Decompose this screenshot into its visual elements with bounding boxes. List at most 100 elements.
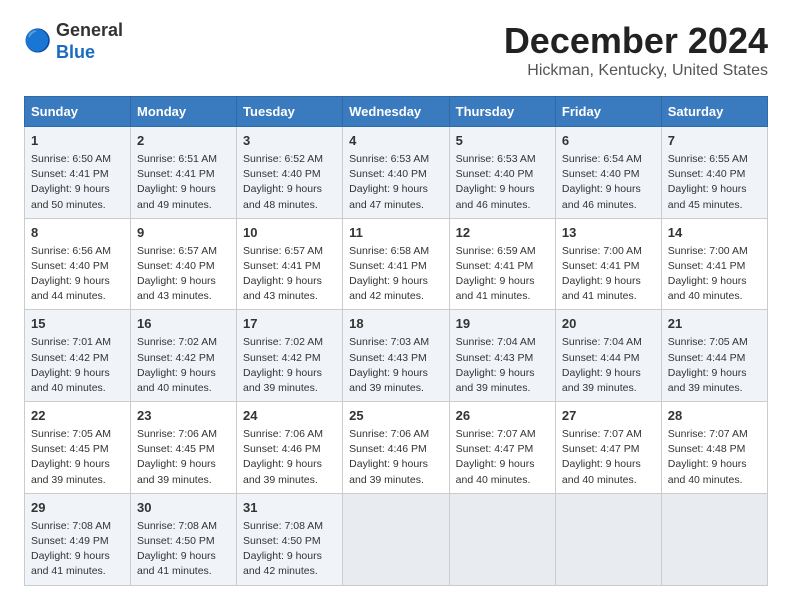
calendar-cell: 9Sunrise: 6:57 AMSunset: 4:40 PMDaylight…: [131, 218, 237, 310]
day-number: 18: [349, 315, 443, 334]
day-info-line: Sunrise: 7:00 AM: [562, 244, 655, 259]
day-number: 8: [31, 224, 124, 243]
day-info-line: and 42 minutes.: [243, 564, 336, 579]
day-info-line: Sunset: 4:41 PM: [349, 259, 443, 274]
calendar-cell: 2Sunrise: 6:51 AMSunset: 4:41 PMDaylight…: [131, 127, 237, 219]
day-info-line: Sunrise: 7:04 AM: [562, 335, 655, 350]
day-info-line: and 41 minutes.: [31, 564, 124, 579]
calendar-cell: 18Sunrise: 7:03 AMSunset: 4:43 PMDayligh…: [343, 310, 450, 402]
day-info-line: Daylight: 9 hours: [243, 366, 336, 381]
calendar-cell: 23Sunrise: 7:06 AMSunset: 4:45 PMDayligh…: [131, 402, 237, 494]
day-info-line: Sunrise: 7:06 AM: [243, 427, 336, 442]
day-info-line: and 39 minutes.: [31, 473, 124, 488]
day-number: 1: [31, 132, 124, 151]
calendar-title: December 2024: [504, 20, 768, 62]
calendar-cell: 8Sunrise: 6:56 AMSunset: 4:40 PMDaylight…: [25, 218, 131, 310]
day-number: 15: [31, 315, 124, 334]
day-info-line: and 41 minutes.: [456, 289, 549, 304]
day-info-line: and 40 minutes.: [668, 289, 761, 304]
calendar-cell: 4Sunrise: 6:53 AMSunset: 4:40 PMDaylight…: [343, 127, 450, 219]
day-info-line: and 50 minutes.: [31, 198, 124, 213]
logo-general-text: General: [56, 20, 123, 40]
day-number: 31: [243, 499, 336, 518]
day-info-line: Sunrise: 7:06 AM: [137, 427, 230, 442]
day-info-line: Daylight: 9 hours: [562, 366, 655, 381]
day-info-line: and 39 minutes.: [349, 473, 443, 488]
day-number: 27: [562, 407, 655, 426]
day-info-line: Daylight: 9 hours: [456, 182, 549, 197]
day-info-line: Sunrise: 7:07 AM: [668, 427, 761, 442]
day-info-line: Sunset: 4:41 PM: [137, 167, 230, 182]
day-info-line: Sunrise: 6:55 AM: [668, 152, 761, 167]
day-info-line: Sunrise: 6:54 AM: [562, 152, 655, 167]
day-info-line: Sunrise: 6:53 AM: [456, 152, 549, 167]
calendar-cell: 6Sunrise: 6:54 AMSunset: 4:40 PMDaylight…: [555, 127, 661, 219]
calendar-cell: 3Sunrise: 6:52 AMSunset: 4:40 PMDaylight…: [237, 127, 343, 219]
day-info-line: Daylight: 9 hours: [31, 182, 124, 197]
day-info-line: Sunset: 4:49 PM: [31, 534, 124, 549]
day-number: 12: [456, 224, 549, 243]
day-info-line: and 46 minutes.: [562, 198, 655, 213]
day-number: 26: [456, 407, 549, 426]
day-info-line: Daylight: 9 hours: [243, 457, 336, 472]
day-info-line: Sunset: 4:41 PM: [243, 259, 336, 274]
weekday-header-row: SundayMondayTuesdayWednesdayThursdayFrid…: [25, 97, 768, 127]
day-info-line: Sunset: 4:41 PM: [562, 259, 655, 274]
calendar-cell: 7Sunrise: 6:55 AMSunset: 4:40 PMDaylight…: [661, 127, 767, 219]
day-info-line: and 39 minutes.: [137, 473, 230, 488]
day-info-line: Sunset: 4:42 PM: [137, 351, 230, 366]
logo: 🔵 General Blue: [24, 20, 123, 63]
calendar-cell: 31Sunrise: 7:08 AMSunset: 4:50 PMDayligh…: [237, 493, 343, 585]
day-info-line: Sunrise: 7:08 AM: [137, 519, 230, 534]
day-info-line: Sunset: 4:43 PM: [456, 351, 549, 366]
day-info-line: Sunrise: 7:08 AM: [243, 519, 336, 534]
calendar-cell: [555, 493, 661, 585]
day-info-line: Sunset: 4:40 PM: [668, 167, 761, 182]
day-info-line: Sunset: 4:50 PM: [243, 534, 336, 549]
day-info-line: Sunrise: 6:51 AM: [137, 152, 230, 167]
day-info-line: Sunset: 4:46 PM: [349, 442, 443, 457]
day-number: 22: [31, 407, 124, 426]
calendar-cell: 28Sunrise: 7:07 AMSunset: 4:48 PMDayligh…: [661, 402, 767, 494]
day-info-line: Daylight: 9 hours: [137, 457, 230, 472]
day-info-line: Daylight: 9 hours: [137, 274, 230, 289]
day-number: 28: [668, 407, 761, 426]
day-info-line: and 41 minutes.: [562, 289, 655, 304]
day-info-line: Sunset: 4:42 PM: [243, 351, 336, 366]
day-info-line: Sunrise: 7:05 AM: [668, 335, 761, 350]
day-info-line: Daylight: 9 hours: [31, 274, 124, 289]
day-number: 16: [137, 315, 230, 334]
day-info-line: Sunrise: 6:57 AM: [137, 244, 230, 259]
calendar-week-row: 1Sunrise: 6:50 AMSunset: 4:41 PMDaylight…: [25, 127, 768, 219]
weekday-header-wednesday: Wednesday: [343, 97, 450, 127]
day-number: 6: [562, 132, 655, 151]
calendar-cell: [661, 493, 767, 585]
day-info-line: Daylight: 9 hours: [243, 274, 336, 289]
day-number: 3: [243, 132, 336, 151]
day-info-line: Daylight: 9 hours: [349, 182, 443, 197]
day-info-line: Sunrise: 6:56 AM: [31, 244, 124, 259]
day-info-line: and 45 minutes.: [668, 198, 761, 213]
calendar-cell: 5Sunrise: 6:53 AMSunset: 4:40 PMDaylight…: [449, 127, 555, 219]
day-info-line: and 44 minutes.: [31, 289, 124, 304]
day-info-line: Sunrise: 7:07 AM: [562, 427, 655, 442]
weekday-header-monday: Monday: [131, 97, 237, 127]
day-info-line: Sunrise: 6:59 AM: [456, 244, 549, 259]
day-info-line: Sunrise: 7:02 AM: [137, 335, 230, 350]
calendar-cell: 15Sunrise: 7:01 AMSunset: 4:42 PMDayligh…: [25, 310, 131, 402]
day-number: 20: [562, 315, 655, 334]
day-info-line: and 39 minutes.: [243, 381, 336, 396]
calendar-cell: 13Sunrise: 7:00 AMSunset: 4:41 PMDayligh…: [555, 218, 661, 310]
day-info-line: Sunset: 4:48 PM: [668, 442, 761, 457]
day-number: 13: [562, 224, 655, 243]
day-info-line: Daylight: 9 hours: [456, 457, 549, 472]
calendar-cell: 30Sunrise: 7:08 AMSunset: 4:50 PMDayligh…: [131, 493, 237, 585]
weekday-header-friday: Friday: [555, 97, 661, 127]
day-info-line: and 48 minutes.: [243, 198, 336, 213]
day-number: 23: [137, 407, 230, 426]
day-info-line: Sunrise: 7:05 AM: [31, 427, 124, 442]
day-info-line: Sunrise: 6:57 AM: [243, 244, 336, 259]
day-info-line: Daylight: 9 hours: [562, 457, 655, 472]
day-number: 7: [668, 132, 761, 151]
day-info-line: and 39 minutes.: [562, 381, 655, 396]
